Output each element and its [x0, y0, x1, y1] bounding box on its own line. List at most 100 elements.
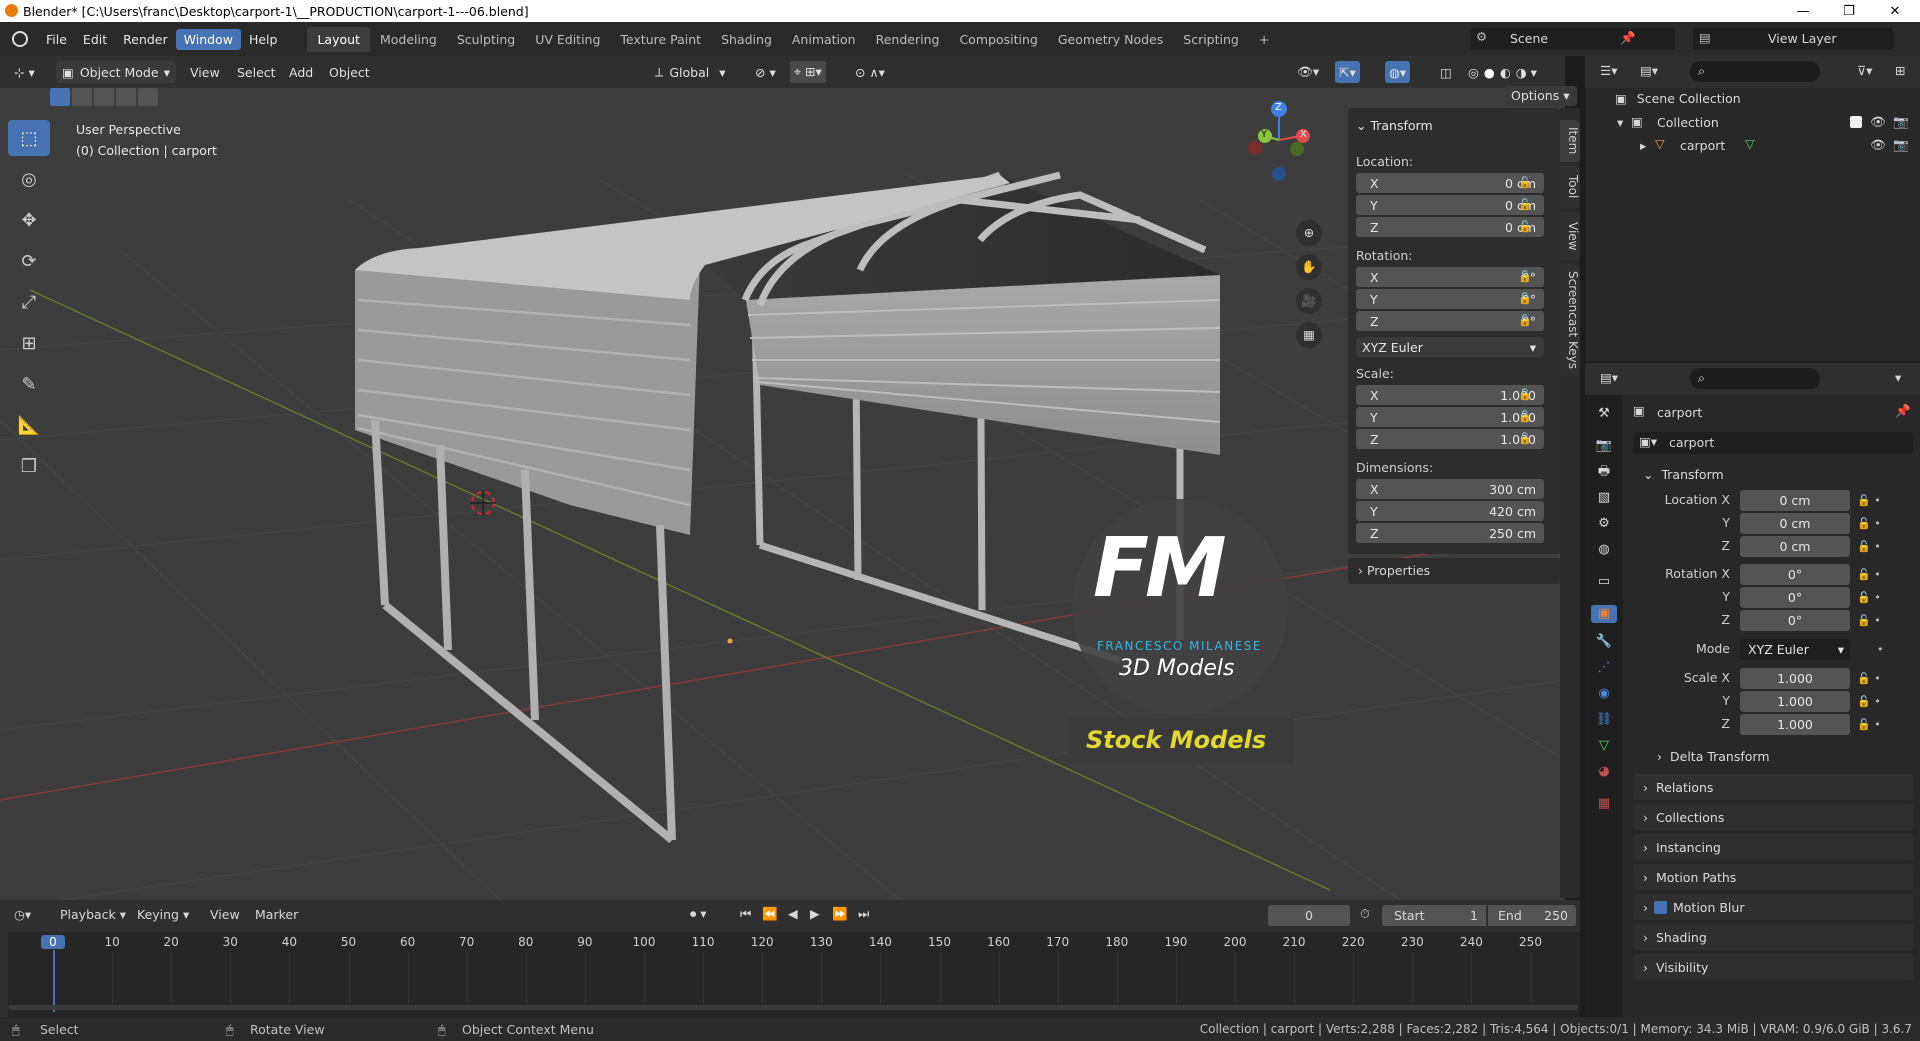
prop-location-y-field[interactable]: 0 cm: [1740, 513, 1850, 534]
prop-rotation-x-field[interactable]: 0°: [1740, 564, 1850, 585]
chevron-down-icon[interactable]: ▾: [1617, 115, 1623, 130]
gizmo-toggle-icon[interactable]: ⇱▾: [1335, 61, 1360, 83]
lock-icon[interactable]: 🔓 •: [1857, 540, 1881, 553]
scale-tool-icon[interactable]: ⤢: [8, 284, 50, 320]
lock-icon[interactable]: 🔓: [1518, 270, 1532, 283]
menu-file[interactable]: File: [38, 29, 75, 50]
texture-tab-icon[interactable]: ▦: [1595, 795, 1613, 813]
relations-section[interactable]: › Relations: [1633, 774, 1913, 800]
pin-icon[interactable]: 📌: [1620, 30, 1636, 46]
tab-rendering[interactable]: Rendering: [866, 27, 950, 52]
editor-type-icon[interactable]: ⊹ ▾: [14, 61, 35, 83]
menu-help[interactable]: Help: [241, 29, 286, 50]
camera-icon[interactable]: 📷: [1893, 137, 1909, 153]
render-tab-icon[interactable]: 📷: [1595, 437, 1613, 455]
material-tab-icon[interactable]: ◕: [1595, 763, 1613, 781]
tab-layout[interactable]: Layout: [307, 26, 370, 52]
menu-object[interactable]: Object: [329, 61, 370, 83]
menu-marker[interactable]: Marker: [255, 907, 298, 922]
lock-icon[interactable]: 🔓: [1518, 220, 1532, 233]
delta-transform-section[interactable]: › Delta Transform: [1647, 743, 1909, 769]
tab-shading[interactable]: Shading: [711, 27, 782, 52]
options-dropdown[interactable]: Options ▾: [1505, 86, 1577, 106]
pan-hand-icon[interactable]: ✋: [1296, 254, 1322, 280]
object-tab-icon[interactable]: ▣: [1591, 605, 1617, 623]
filter-icon[interactable]: ⊽▾: [1857, 63, 1872, 78]
close-button[interactable]: ✕: [1872, 0, 1918, 22]
sidebar-tab-item[interactable]: Item: [1560, 120, 1580, 162]
next-keyframe-icon[interactable]: ⏩: [832, 906, 848, 922]
rotation-x-field[interactable]: X 0°: [1356, 267, 1544, 287]
lock-icon[interactable]: 🔓: [1518, 198, 1532, 211]
prop-scale-z-field[interactable]: 1.000: [1740, 714, 1850, 735]
prev-keyframe-icon[interactable]: ⏪: [762, 906, 778, 922]
tab-geometry-nodes[interactable]: Geometry Nodes: [1048, 27, 1173, 52]
play-icon[interactable]: ▶: [810, 906, 820, 921]
npanel-transform-header[interactable]: ⌄ Transform: [1356, 118, 1433, 133]
dimensions-z-field[interactable]: Z 250 cm: [1356, 523, 1544, 543]
lock-icon[interactable]: 🔓 •: [1857, 591, 1881, 604]
lock-icon[interactable]: 🔓: [1518, 388, 1532, 401]
location-y-field[interactable]: Y0 cm: [1356, 195, 1544, 215]
timeline-scrollbar[interactable]: [8, 1005, 1578, 1010]
move-tool-icon[interactable]: ✥: [8, 202, 50, 238]
tab-compositing[interactable]: Compositing: [949, 27, 1047, 52]
tab-scripting[interactable]: Scripting: [1173, 27, 1249, 52]
scale-x-field[interactable]: X 1.000: [1356, 385, 1544, 405]
menu-window[interactable]: Window: [175, 28, 241, 50]
view-layer-selector[interactable]: ▤ View Layer: [1693, 28, 1893, 50]
eye-icon[interactable]: 👁: [1870, 137, 1886, 153]
outliner-row-carport[interactable]: ▸ ▽ carport ▽ 👁 📷: [1585, 136, 1920, 156]
menu-select[interactable]: Select: [237, 61, 276, 83]
menu-playback[interactable]: Playback ▾: [60, 907, 126, 922]
select-new-icon[interactable]: [50, 88, 70, 106]
data-tab-icon[interactable]: ▽: [1595, 737, 1613, 755]
annotate-tool-icon[interactable]: ✎: [8, 366, 50, 402]
orientation-dropdown[interactable]: ⟂ Global ▾: [655, 61, 726, 83]
new-collection-icon[interactable]: ⊞: [1895, 63, 1905, 78]
scale-y-field[interactable]: Y 1.000: [1356, 407, 1544, 427]
rotation-z-field[interactable]: Z 0°: [1356, 311, 1544, 331]
lock-icon[interactable]: 🔓: [1518, 410, 1532, 423]
visibility-section[interactable]: › Visibility: [1633, 954, 1913, 980]
xray-icon[interactable]: ◫: [1440, 61, 1452, 83]
rotation-y-field[interactable]: Y 0°: [1356, 289, 1544, 309]
timeline-editor-icon[interactable]: ◷▾: [14, 907, 31, 922]
scene-selector[interactable]: ⚙ Scene 📌: [1470, 28, 1675, 50]
rotation-mode-dropdown[interactable]: XYZ Euler ▾: [1740, 639, 1850, 660]
snap-icon[interactable]: ⌖ ⊞▾: [790, 61, 826, 83]
zoom-icon[interactable]: ⊕: [1296, 220, 1322, 246]
select-box-tool-icon[interactable]: ⬚: [8, 120, 50, 156]
lock-icon[interactable]: 🔓: [1518, 292, 1532, 305]
dimensions-y-field[interactable]: Y 420 cm: [1356, 501, 1544, 521]
camera-icon[interactable]: 📷: [1893, 114, 1909, 130]
shading-section[interactable]: › Shading: [1633, 924, 1913, 950]
visibility-icon[interactable]: 👁▾: [1297, 61, 1319, 83]
lock-icon[interactable]: 🔓 •: [1857, 718, 1881, 731]
motion-blur-checkbox[interactable]: [1654, 900, 1667, 914]
constraints-tab-icon[interactable]: ⛓: [1595, 711, 1613, 729]
start-frame-field[interactable]: Start 1: [1382, 905, 1486, 926]
outliner-row-scene-collection[interactable]: ▣ Scene Collection: [1615, 91, 1915, 111]
sidebar-tab-screencast-keys[interactable]: Screencast Keys: [1560, 264, 1580, 376]
sidebar-tab-tool[interactable]: Tool: [1560, 166, 1580, 208]
transform-tool-icon[interactable]: ⊞: [8, 325, 50, 361]
prop-scale-x-field[interactable]: 1.000: [1740, 668, 1850, 689]
select-difference-icon[interactable]: [116, 88, 136, 106]
tab-uv-editing[interactable]: UV Editing: [525, 27, 610, 52]
particles-tab-icon[interactable]: ⋰: [1595, 659, 1613, 677]
menu-timeline-view[interactable]: View: [210, 907, 240, 922]
tab-texture-paint[interactable]: Texture Paint: [610, 27, 711, 52]
select-subtract-icon[interactable]: [94, 88, 114, 106]
tab-modeling[interactable]: Modeling: [370, 27, 447, 52]
menu-keying[interactable]: Keying ▾: [137, 907, 189, 922]
menu-view[interactable]: View: [190, 61, 220, 83]
rotate-tool-icon[interactable]: ⟳: [8, 243, 50, 279]
outliner-editor-icon[interactable]: ☰▾: [1600, 63, 1617, 78]
chevron-right-icon[interactable]: ▸: [1640, 138, 1646, 153]
location-x-field[interactable]: X0 cm: [1356, 173, 1544, 193]
camera-view-icon[interactable]: 🎥: [1296, 288, 1322, 314]
display-mode-icon[interactable]: ▤▾: [1640, 63, 1658, 78]
modifier-tab-icon[interactable]: 🔧: [1595, 633, 1613, 651]
checkbox-icon[interactable]: [1850, 116, 1862, 128]
